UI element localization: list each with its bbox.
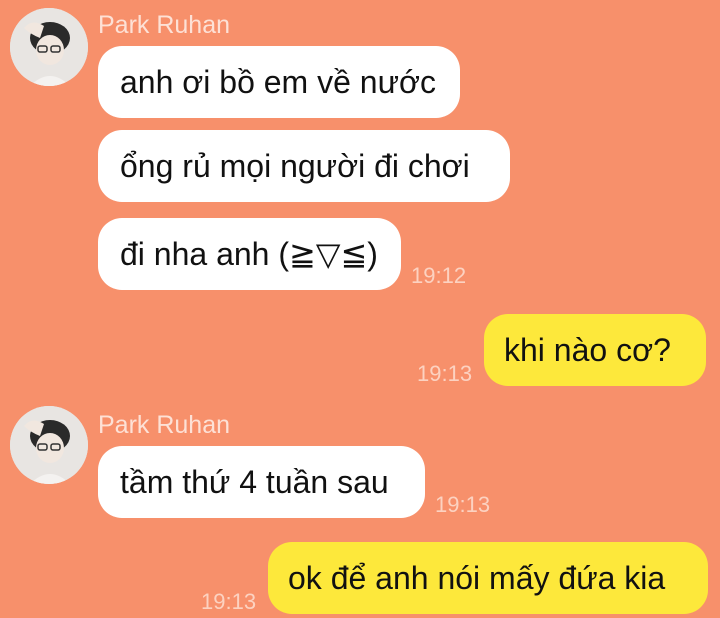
- sender-name: Park Ruhan: [98, 11, 231, 39]
- message-text: đi nha anh (≧▽≦): [120, 236, 378, 272]
- message-timestamp: 19:13: [201, 589, 257, 614]
- sender-name: Park Ruhan: [98, 411, 231, 439]
- message-timestamp: 19:13: [417, 361, 473, 386]
- user-avatar-icon: [10, 406, 88, 484]
- message-timestamp: 19:12: [411, 263, 467, 288]
- avatar[interactable]: [10, 8, 88, 86]
- message-bubble-outgoing[interactable]: ok để anh nói mấy đứa kia: [268, 542, 708, 614]
- message-bubble[interactable]: anh ơi bồ em về nước: [98, 46, 460, 118]
- chat-screen: { "colors": { "background": "#f7906b", "…: [0, 0, 720, 618]
- message-text: ổng rủ mọi người đi chơi: [120, 148, 470, 184]
- message-bubble[interactable]: đi nha anh (≧▽≦): [98, 218, 401, 290]
- message-bubble[interactable]: ổng rủ mọi người đi chơi: [98, 130, 510, 202]
- user-avatar-icon: [10, 8, 88, 86]
- message-timestamp: 19:13: [435, 492, 491, 517]
- message-text: anh ơi bồ em về nước: [120, 64, 436, 100]
- avatar[interactable]: [10, 406, 88, 484]
- message-text: tầm thứ 4 tuần sau: [120, 464, 389, 500]
- message-text: ok để anh nói mấy đứa kia: [288, 560, 666, 596]
- message-text: khi nào cơ?: [504, 332, 671, 368]
- message-bubble[interactable]: tầm thứ 4 tuần sau: [98, 446, 425, 518]
- message-bubble-outgoing[interactable]: khi nào cơ?: [484, 314, 706, 386]
